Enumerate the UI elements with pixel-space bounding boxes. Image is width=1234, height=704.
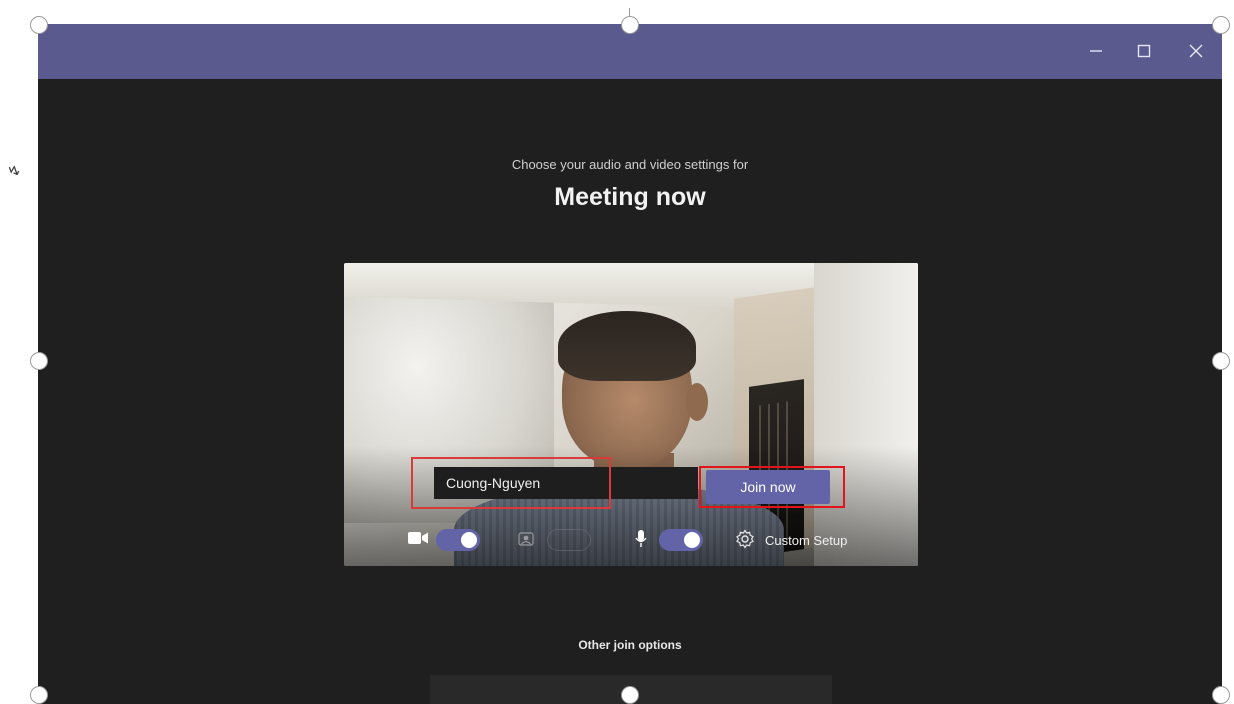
resize-handle-middle-left[interactable] [30,352,48,370]
settings-subtitle: Choose your audio and video settings for [511,157,749,172]
camera-preview [344,263,918,566]
resize-handle-top-center[interactable] [621,16,639,34]
resize-handle-bottom-right[interactable] [1212,686,1230,704]
other-join-options-heading: Other join options [578,638,682,652]
join-now-button[interactable]: Join now [706,470,830,504]
camera-icon [408,531,428,550]
resize-handle-top-right[interactable] [1212,16,1230,34]
rotation-handle-stem [629,8,630,16]
resize-handle-top-left[interactable] [30,16,48,34]
resize-handle-middle-right[interactable] [1212,352,1230,370]
close-button[interactable] [1181,38,1211,64]
side-squiggle-mark: ↯ [4,160,25,182]
maximize-button[interactable] [1129,38,1159,64]
maximize-icon [1137,44,1151,58]
custom-setup-link[interactable]: Custom Setup [765,533,847,548]
close-icon [1189,44,1203,58]
background-blur-icon [518,532,534,551]
display-name-input[interactable] [434,467,698,499]
meeting-title: Meeting now [554,183,706,211]
minimize-button[interactable] [1081,38,1111,64]
resize-handle-bottom-left[interactable] [30,686,48,704]
gear-icon[interactable] [735,529,755,554]
camera-toggle[interactable] [436,529,480,551]
background-blur-toggle[interactable] [547,529,591,551]
microphone-toggle[interactable] [659,529,703,551]
prejoin-screen: Choose your audio and video settings for… [38,79,1222,704]
minimize-icon [1090,50,1102,52]
resize-handle-bottom-center[interactable] [621,686,639,704]
microphone-icon [635,530,647,553]
